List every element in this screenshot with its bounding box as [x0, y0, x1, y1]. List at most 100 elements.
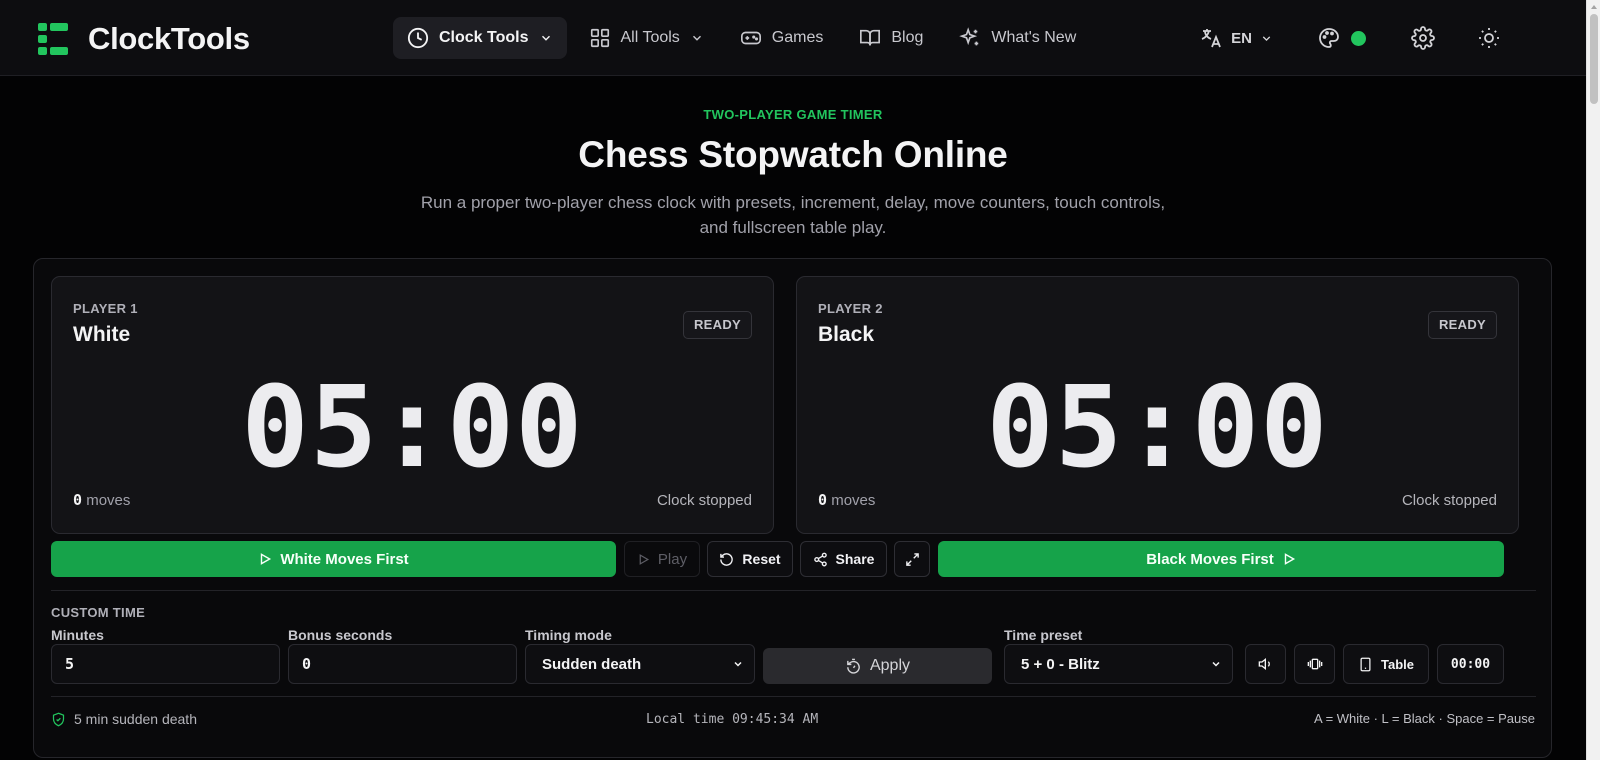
chevron-down-icon	[1212, 661, 1220, 667]
vibration-toggle-button[interactable]	[1294, 644, 1335, 684]
theme-color-dot	[1351, 30, 1366, 46]
minutes-label: Minutes	[51, 627, 104, 643]
player-1-status-badge: READY	[682, 311, 752, 339]
bonus-seconds-input[interactable]: 0	[288, 644, 517, 684]
sound-toggle-button[interactable]	[1245, 644, 1286, 684]
player-1-panel[interactable]: PLAYER 1 White READY 05:00 0 moves Clock…	[51, 276, 774, 534]
vibrate-icon	[1307, 658, 1322, 670]
nav-clock-tools-label: Clock Tools	[439, 29, 529, 46]
play-button[interactable]: Play	[624, 541, 700, 577]
page-scrollbar[interactable]	[1586, 0, 1600, 760]
player-2-name: Black	[818, 323, 875, 346]
player-2-clock-status: Clock stopped	[1401, 492, 1497, 509]
divider	[51, 696, 1536, 697]
timing-mode-value: Sudden death	[542, 655, 642, 673]
share-icon	[813, 552, 827, 566]
grid-icon	[590, 28, 609, 48]
player-1-move-count: 0	[73, 491, 83, 509]
nav-games-label: Games	[771, 29, 824, 46]
table-mode-label: Table	[1381, 656, 1414, 672]
player-1-label: PLAYER 1	[73, 301, 138, 316]
player-1-clock-status: Clock stopped	[656, 492, 752, 509]
rotate-ccw-icon	[720, 552, 734, 566]
reset-button[interactable]: Reset	[707, 541, 793, 577]
nav-blog[interactable]: Blog	[845, 17, 937, 59]
black-moves-first-button[interactable]: Black Moves First	[938, 541, 1504, 577]
nav-games[interactable]: Games	[726, 17, 838, 59]
language-code: EN	[1231, 29, 1252, 47]
clock-display-button[interactable]: 00:00	[1437, 644, 1504, 684]
black-moves-first-label: Black Moves First	[1146, 550, 1274, 568]
tablet-icon	[1360, 657, 1371, 671]
settings-summary-text: 5 min sudden death	[74, 711, 197, 727]
chess-clock-card: PLAYER 1 White READY 05:00 0 moves Clock…	[33, 258, 1552, 758]
top-nav: ClockTools Clock Tools All Tools Games B…	[0, 0, 1586, 76]
hero-eyebrow: TWO-PLAYER GAME TIMER	[703, 107, 883, 122]
volume-icon	[1258, 657, 1270, 671]
timing-mode-label: Timing mode	[525, 627, 612, 643]
player-2-label: PLAYER 2	[818, 301, 883, 316]
sun-icon	[1479, 28, 1499, 48]
player-2-moves: 0 moves	[818, 491, 875, 509]
nav-all-tools-label: All Tools	[620, 29, 680, 46]
clocktools-logo-icon	[38, 23, 68, 55]
settings-button[interactable]	[1406, 21, 1440, 55]
player-1-name: White	[73, 323, 131, 346]
expand-icon	[905, 552, 919, 566]
custom-time-heading: CUSTOM TIME	[51, 605, 146, 620]
language-selector[interactable]: EN	[1199, 26, 1273, 50]
time-preset-select[interactable]: 5 + 0 - Blitz	[1004, 644, 1233, 684]
chevron-down-icon	[692, 35, 701, 41]
gear-icon	[1411, 26, 1435, 50]
nav-links: Clock Tools All Tools Games Blog What's …	[393, 17, 1098, 59]
nav-clock-tools[interactable]: Clock Tools	[393, 17, 567, 59]
player-2-time: 05:00	[986, 363, 1329, 493]
reset-label: Reset	[742, 551, 781, 567]
nav-whats-new[interactable]: What's New	[945, 17, 1090, 59]
book-open-icon	[860, 29, 881, 46]
minutes-input[interactable]: 5	[51, 644, 280, 684]
scroll-up-icon[interactable]	[1591, 5, 1597, 9]
play-icon	[1284, 553, 1295, 565]
play-icon	[261, 553, 272, 565]
page-title: Chess Stopwatch Online	[578, 134, 1008, 175]
theme-palette-button[interactable]	[1317, 26, 1366, 50]
player-2-move-count: 0	[818, 491, 828, 509]
apply-label: Apply	[869, 657, 911, 674]
clock-icon	[407, 27, 429, 49]
player-2-moves-suffix: moves	[827, 492, 876, 509]
timing-mode-select[interactable]: Sudden death	[525, 644, 755, 684]
white-moves-first-button[interactable]: White Moves First	[51, 541, 616, 577]
scroll-thumb[interactable]	[1590, 14, 1598, 104]
player-2-status-badge: READY	[1427, 311, 1497, 339]
table-mode-button[interactable]: Table	[1343, 644, 1429, 684]
player-1-moves: 0 moves	[73, 491, 130, 509]
time-preset-label: Time preset	[1004, 627, 1083, 643]
timer-reset-icon	[847, 658, 860, 674]
divider	[51, 590, 1536, 591]
player-1-moves-suffix: moves	[82, 492, 131, 509]
light-mode-button[interactable]	[1472, 21, 1506, 55]
time-preset-value: 5 + 0 - Blitz	[1021, 655, 1100, 673]
share-button[interactable]: Share	[800, 541, 887, 577]
player-2-panel[interactable]: PLAYER 2 Black READY 05:00 0 moves Clock…	[796, 276, 1519, 534]
play-icon	[639, 553, 649, 565]
nav-all-tools[interactable]: All Tools	[575, 17, 718, 59]
shield-check-icon	[52, 712, 65, 726]
local-time: Local time 09:45:34 AM	[646, 712, 819, 727]
nav-blog-label: Blog	[891, 29, 924, 46]
share-label: Share	[835, 551, 875, 567]
nav-right: EN	[1199, 19, 1506, 57]
chevron-down-icon	[541, 35, 550, 41]
settings-summary: 5 min sudden death	[51, 711, 197, 727]
page-subtitle: Run a proper two-player chess clock with…	[420, 193, 1166, 237]
chevron-down-icon	[1262, 35, 1271, 41]
sparkles-icon	[959, 27, 979, 46]
fullscreen-button[interactable]	[894, 541, 930, 577]
player-1-time: 05:00	[241, 363, 584, 493]
bonus-seconds-label: Bonus seconds	[288, 627, 393, 643]
logo[interactable]: ClockTools	[38, 21, 250, 57]
gamepad-icon	[740, 31, 761, 45]
apply-button[interactable]: Apply	[763, 648, 992, 684]
palette-icon	[1319, 28, 1339, 48]
